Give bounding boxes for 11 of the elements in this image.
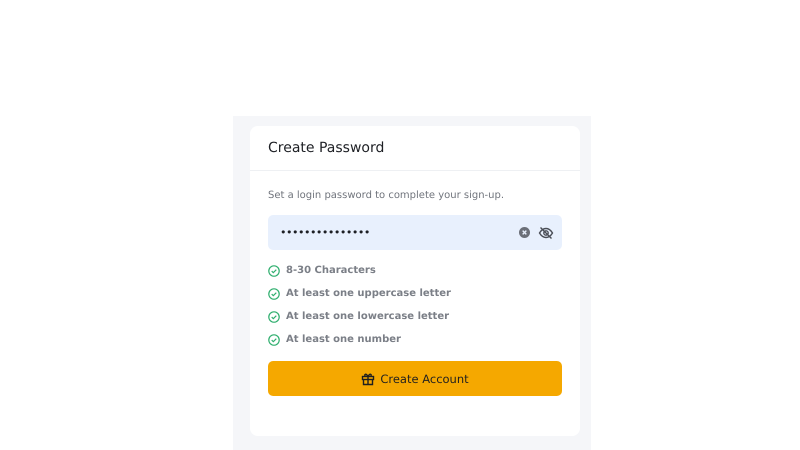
create-account-button[interactable]: Create Account [268, 361, 562, 396]
clear-icon[interactable] [519, 227, 530, 238]
eye-icon[interactable] [538, 224, 554, 240]
gift-icon [361, 372, 376, 386]
rule-text: At least one number [286, 334, 401, 345]
rule-text: 8-30 Characters [286, 265, 376, 276]
rule-text: At least one lowercase letter [286, 311, 450, 322]
dialog-title: Create Password [268, 140, 384, 156]
password-field[interactable]: ••••••••••••••• [268, 215, 562, 250]
description-text: Set a login password to complete your sign-up. [268, 190, 506, 201]
rule-text: At least one uppercase letter [286, 288, 451, 299]
